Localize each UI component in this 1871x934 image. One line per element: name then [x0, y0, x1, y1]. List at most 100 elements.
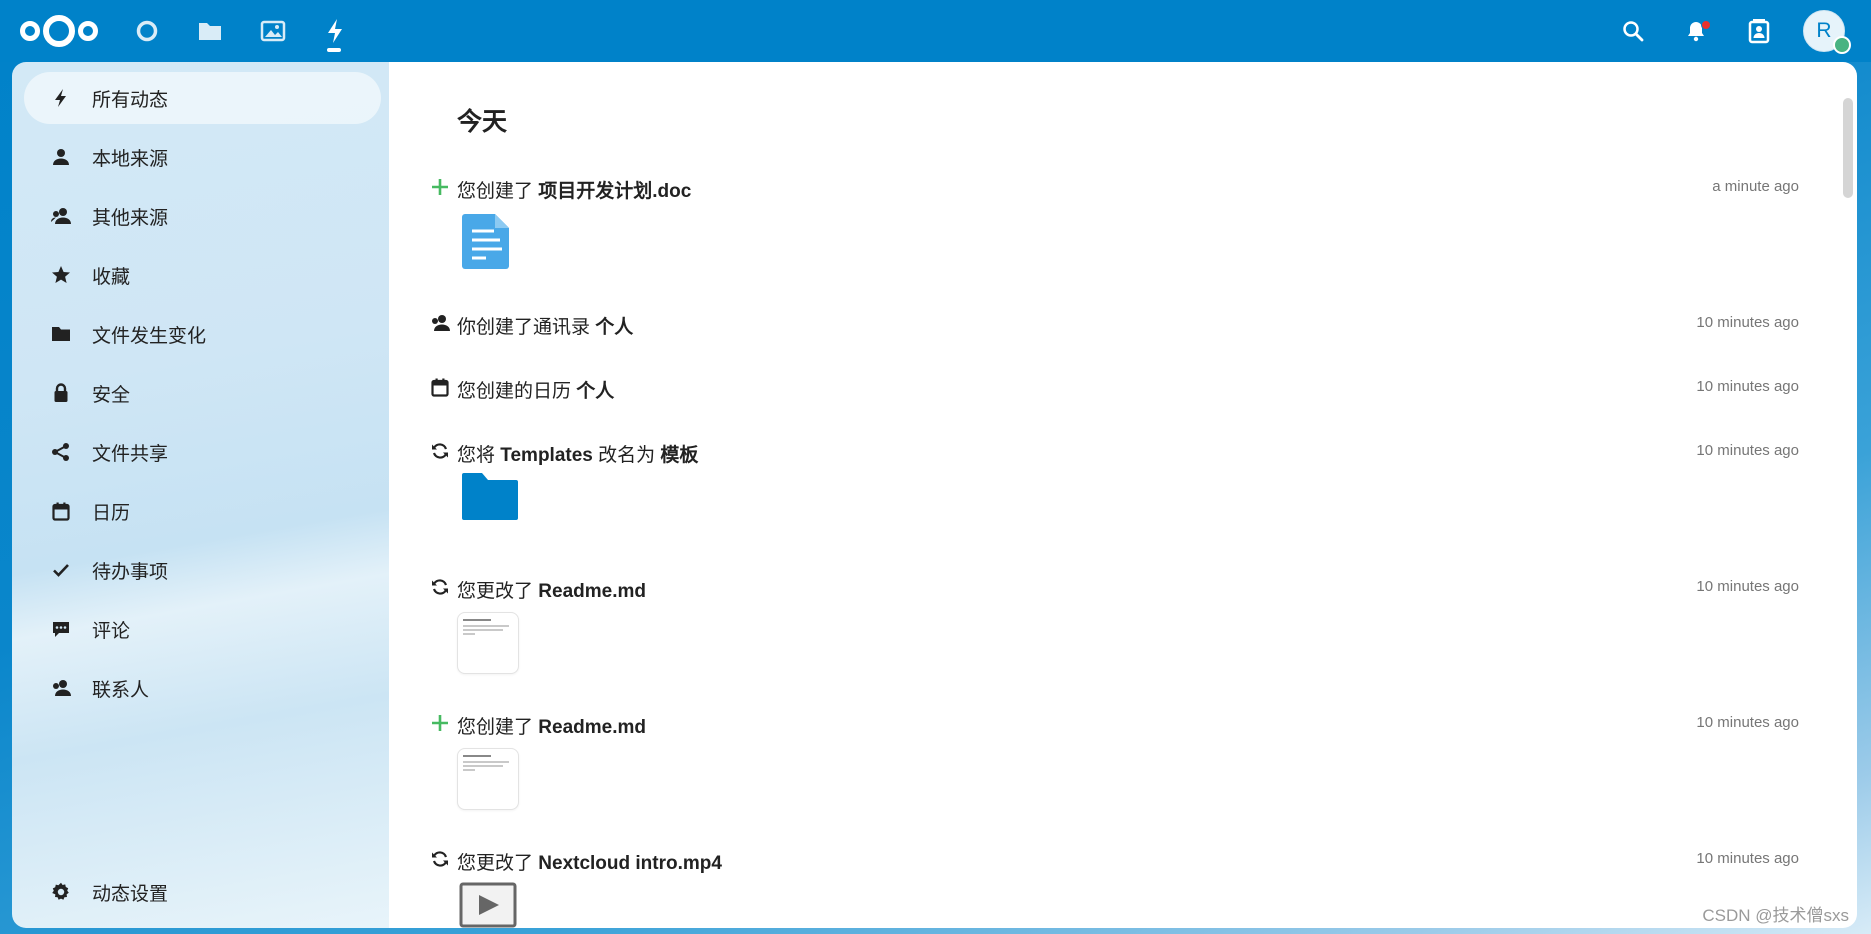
activity-timestamp: 10 minutes ago — [1696, 850, 1799, 867]
lightning-icon — [328, 19, 342, 43]
activity-timestamp: 10 minutes ago — [1696, 442, 1799, 459]
active-app-indicator — [327, 48, 341, 52]
sync-icon — [429, 440, 451, 462]
activity-timestamp: 10 minutes ago — [1696, 378, 1799, 395]
sidebar-item-local-source[interactable]: 本地来源 — [24, 131, 381, 183]
activity-object-link[interactable]: Templates — [500, 445, 593, 466]
contacts-icon — [1748, 19, 1770, 44]
activity-sidebar: 所有动态 本地来源 其他来源 收藏 文件发生变化 安全 文件共享 日历 待办事项… — [12, 62, 389, 928]
activity-timestamp: 10 minutes ago — [1696, 314, 1799, 331]
sidebar-item-label: 日历 — [92, 502, 131, 524]
search-icon — [1623, 21, 1644, 42]
markdown-thumbnail[interactable] — [457, 612, 519, 674]
check-icon — [50, 559, 72, 581]
activity-timestamp: a minute ago — [1712, 178, 1799, 195]
activity-prefix: 你创建了通讯录 — [457, 317, 596, 338]
sidebar-item-label: 联系人 — [92, 679, 150, 701]
activity-text: 您更改了 Readme.md — [457, 576, 646, 603]
activity-object-link[interactable]: 个人 — [576, 381, 614, 402]
sidebar-item-security[interactable]: 安全 — [24, 367, 381, 419]
markdown-thumbnail[interactable] — [457, 748, 519, 810]
sidebar-item-label: 安全 — [92, 384, 131, 406]
watermark: CSDN @技术僧sxs — [1702, 906, 1849, 925]
activity-object-link[interactable]: Readme.md — [538, 581, 646, 602]
top-bar: R — [0, 0, 1871, 62]
sync-icon — [429, 576, 451, 598]
video-icon — [459, 882, 517, 928]
nextcloud-logo[interactable] — [20, 12, 98, 50]
sidebar-item-comments[interactable]: 评论 — [24, 603, 381, 655]
search-button[interactable] — [1616, 14, 1650, 48]
gear-icon — [50, 881, 72, 903]
activity-object-link[interactable]: 项目开发计划.doc — [538, 181, 691, 202]
people-icon — [429, 312, 451, 334]
sidebar-item-label: 文件共享 — [92, 443, 169, 465]
sidebar-item-favorites[interactable]: 收藏 — [24, 249, 381, 301]
person-icon — [50, 146, 72, 168]
sidebar-item-calendar[interactable]: 日历 — [24, 485, 381, 537]
app-activity[interactable] — [318, 14, 352, 48]
activity-object-link[interactable]: 个人 — [595, 317, 633, 338]
folder-preview[interactable] — [461, 472, 521, 524]
online-status-indicator — [1833, 36, 1851, 54]
sidebar-item-label: 所有动态 — [92, 89, 169, 111]
sidebar-item-contacts[interactable]: 联系人 — [24, 662, 381, 714]
activity-object-link[interactable]: 模板 — [660, 445, 698, 466]
activity-text: 您创建了 项目开发计划.doc — [457, 176, 691, 203]
video-preview[interactable] — [459, 882, 517, 928]
activity-text: 您将 Templates 改名为 模板 — [457, 440, 698, 467]
lock-icon — [50, 382, 72, 404]
activity-stream: 今天 您创建了 项目开发计划.doc a minute ago 你创建了通讯录 … — [389, 62, 1857, 928]
folder-icon — [199, 23, 221, 40]
sidebar-item-all-activities[interactable]: 所有动态 — [24, 72, 381, 124]
sidebar-item-other-source[interactable]: 其他来源 — [24, 190, 381, 242]
folder-icon — [50, 323, 72, 345]
contacts-menu-button[interactable] — [1742, 14, 1776, 48]
notifications-button[interactable] — [1679, 14, 1713, 48]
activity-suffix: 改名为 — [592, 445, 661, 466]
calendar-icon — [50, 500, 72, 522]
notification-badge — [1701, 20, 1711, 30]
share-icon — [50, 441, 72, 463]
comment-icon — [50, 618, 72, 640]
sync-icon — [429, 848, 451, 870]
activity-prefix: 您更改了 — [457, 853, 539, 874]
image-icon — [260, 20, 286, 42]
sidebar-item-label: 其他来源 — [92, 207, 169, 229]
sidebar-item-label: 待办事项 — [92, 561, 169, 583]
activity-text: 你创建了通讯录 个人 — [457, 312, 633, 339]
activity-object-link[interactable]: Nextcloud intro.mp4 — [538, 853, 722, 874]
scrollbar-thumb[interactable] — [1843, 98, 1853, 198]
activity-text: 您创建了 Readme.md — [457, 712, 646, 739]
activity-settings-label: 动态设置 — [92, 883, 169, 905]
activity-prefix: 您创建了 — [457, 717, 539, 738]
star-icon — [50, 264, 72, 286]
app-files[interactable] — [193, 14, 227, 48]
activity-object-link[interactable]: Readme.md — [538, 717, 646, 738]
activity-prefix: 您创建了 — [457, 181, 539, 202]
file-preview[interactable] — [461, 212, 519, 270]
lightning-icon — [50, 87, 72, 109]
app-photos[interactable] — [256, 14, 290, 48]
sidebar-item-file-changes[interactable]: 文件发生变化 — [24, 308, 381, 360]
sidebar-item-label: 评论 — [92, 620, 131, 642]
sidebar-item-label: 本地来源 — [92, 148, 169, 170]
activity-settings-button[interactable]: 动态设置 — [24, 868, 381, 916]
people-icon — [50, 677, 72, 699]
day-heading: 今天 — [457, 108, 508, 136]
plus-icon — [429, 176, 451, 198]
calendar-icon — [429, 376, 451, 398]
activity-prefix: 您创建的日历 — [457, 381, 577, 402]
folder-icon — [462, 473, 518, 520]
plus-icon — [429, 712, 451, 734]
sidebar-item-file-sharing[interactable]: 文件共享 — [24, 426, 381, 478]
people-icon — [50, 205, 72, 227]
activity-text: 您创建的日历 个人 — [457, 376, 614, 403]
sidebar-item-label: 收藏 — [92, 266, 131, 288]
activity-timestamp: 10 minutes ago — [1696, 714, 1799, 731]
activity-timestamp: 10 minutes ago — [1696, 578, 1799, 595]
sidebar-item-tasks[interactable]: 待办事项 — [24, 544, 381, 596]
sidebar-item-label: 文件发生变化 — [92, 325, 207, 347]
circle-icon — [136, 20, 158, 42]
app-dashboard[interactable] — [130, 14, 164, 48]
